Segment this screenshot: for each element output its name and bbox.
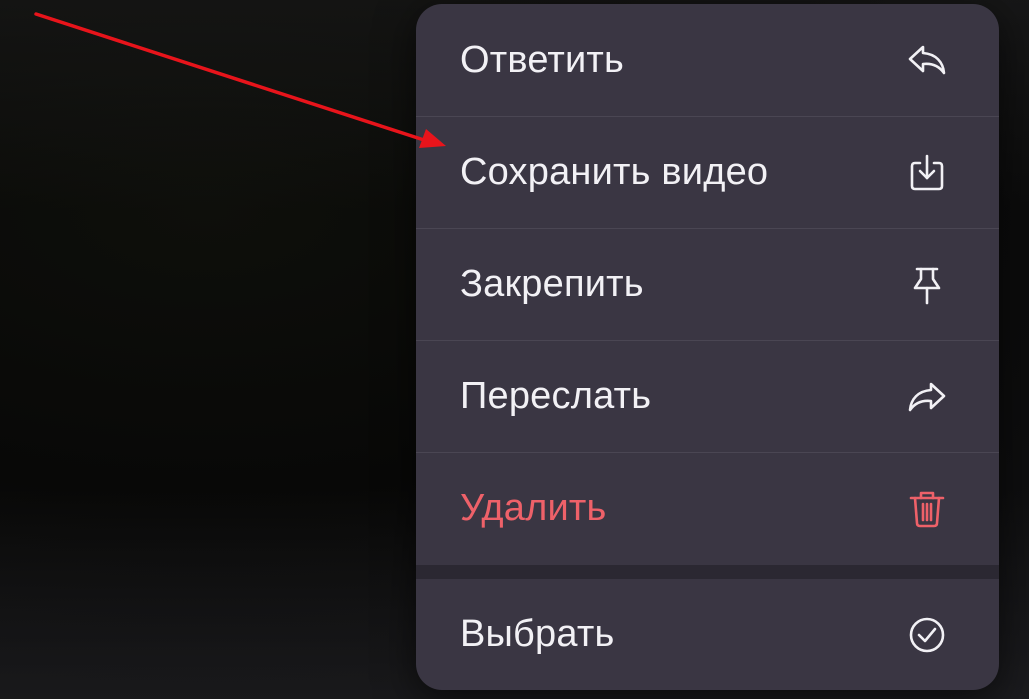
menu-item-label: Ответить xyxy=(460,38,625,81)
context-menu: Ответить Сохранить видео Закрепить Перес… xyxy=(416,4,999,690)
trash-icon xyxy=(905,487,949,531)
reply-icon xyxy=(905,38,949,82)
forward-icon xyxy=(905,375,949,419)
save-download-icon xyxy=(905,151,949,195)
menu-item-forward[interactable]: Переслать xyxy=(416,340,999,452)
checkmark-circle-icon xyxy=(905,613,949,657)
menu-item-select[interactable]: Выбрать xyxy=(416,579,999,690)
menu-item-label: Закрепить xyxy=(460,263,644,305)
menu-item-label: Выбрать xyxy=(460,613,615,655)
menu-item-label: Удалить xyxy=(460,487,607,529)
menu-group-secondary: Выбрать xyxy=(416,579,999,690)
menu-item-save-video[interactable]: Сохранить видео xyxy=(416,116,999,228)
menu-item-reply[interactable]: Ответить xyxy=(416,4,999,116)
menu-item-label: Переслать xyxy=(460,375,652,417)
menu-item-delete[interactable]: Удалить xyxy=(416,452,999,564)
menu-item-pin[interactable]: Закрепить xyxy=(416,228,999,340)
menu-group-main: Ответить Сохранить видео Закрепить Перес… xyxy=(416,4,999,564)
menu-item-label: Сохранить видео xyxy=(460,151,769,193)
pin-icon xyxy=(905,263,949,307)
menu-group-separator xyxy=(416,565,999,579)
